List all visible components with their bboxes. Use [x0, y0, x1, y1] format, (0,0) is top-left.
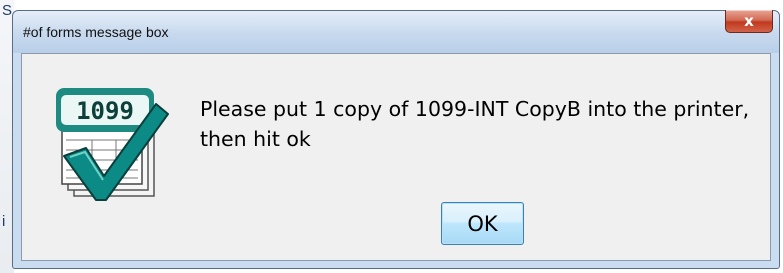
icon-label: 1099 [76, 97, 134, 125]
ok-button[interactable]: OK [441, 202, 524, 245]
dialog-message: Please put 1 copy of 1099-INT CopyB into… [200, 97, 750, 151]
close-icon: x [744, 12, 754, 30]
message-box-window: #of forms message box x 1099 Please put … [12, 10, 780, 269]
close-button[interactable]: x [725, 10, 773, 33]
title-bar[interactable]: #of forms message box x [13, 10, 779, 53]
dialog-body: 1099 Please put 1 copy of 1099-INT CopyB… [21, 53, 771, 261]
window-title: #of forms message box [23, 24, 169, 40]
background-letter: i [2, 213, 6, 230]
1099-form-checkmark-icon: 1099 [52, 84, 170, 202]
background-letter: S [2, 2, 13, 19]
